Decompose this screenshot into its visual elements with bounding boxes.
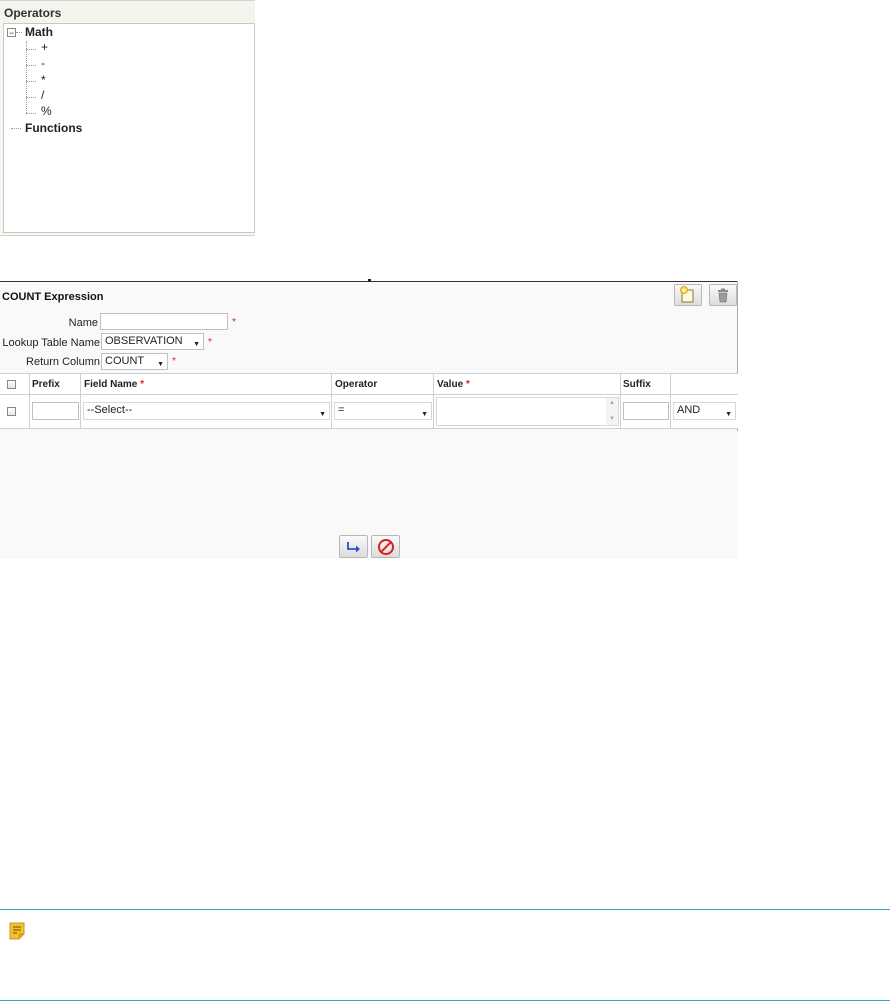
header-operator: Operator — [335, 379, 378, 390]
tree-connector — [26, 41, 27, 113]
dropdown-arrow-icon: ▼ — [421, 411, 428, 418]
lookup-table-label: Lookup Table Name — [2, 337, 100, 349]
tree-connector — [26, 65, 36, 66]
header-field-name: Field Name * — [84, 379, 144, 390]
tree-node-functions[interactable]: Functions — [25, 121, 82, 135]
scroll-up-icon[interactable]: ▲ — [609, 400, 615, 406]
dropdown-arrow-icon: ▼ — [319, 411, 326, 418]
tree-connector — [11, 128, 21, 129]
enter-arrow-icon — [346, 541, 360, 552]
operators-tree: − Math + - * / % Functions — [3, 23, 255, 233]
name-input[interactable] — [100, 313, 228, 330]
operator-value: = — [338, 404, 345, 416]
tree-connector — [16, 32, 22, 33]
delete-button[interactable] — [709, 284, 737, 306]
required-mark: * — [208, 337, 212, 348]
lookup-table-value: OBSERVATION — [105, 335, 183, 347]
tree-node-minus[interactable]: - — [41, 56, 45, 70]
header-value: Value * — [437, 379, 470, 390]
header-value-text: Value — [437, 379, 464, 390]
return-column-value: COUNT — [105, 355, 145, 367]
grid-header-cell: Field Name * — [81, 374, 332, 394]
note-border — [0, 1000, 890, 1001]
tree-node-multiply[interactable]: * — [41, 73, 46, 87]
header-suffix: Suffix — [623, 379, 651, 390]
grid-header-cell: Value * — [434, 374, 621, 394]
note-border — [0, 909, 890, 910]
tree-node-plus[interactable]: + — [41, 40, 48, 54]
divider-marker — [368, 279, 371, 282]
header-prefix: Prefix — [32, 379, 60, 390]
grid-cell — [0, 395, 30, 428]
tree-node-divide[interactable]: / — [41, 88, 44, 102]
dropdown-arrow-icon: ▼ — [725, 411, 732, 418]
required-mark: * — [140, 379, 145, 390]
grid-cell: --Select-- ▼ — [81, 395, 332, 428]
grid-cell — [30, 395, 81, 428]
operator-select[interactable]: = ▼ — [334, 402, 432, 420]
tree-node-modulo[interactable]: % — [41, 104, 52, 118]
required-mark: * — [232, 317, 236, 328]
trash-icon — [718, 288, 728, 303]
scroll-down-icon[interactable]: ▼ — [609, 416, 615, 422]
apply-button[interactable] — [339, 535, 368, 558]
criteria-grid: Prefix Field Name * Operator Value * Suf… — [0, 373, 738, 429]
scrollbar[interactable]: ▲ ▼ — [606, 398, 618, 425]
required-mark: * — [172, 356, 176, 367]
suffix-input[interactable] — [623, 402, 669, 420]
grid-header-cell: Operator — [332, 374, 434, 394]
collapse-toggle-icon[interactable]: − — [7, 28, 16, 38]
grid-header-cell: Suffix — [621, 374, 671, 394]
tree-connector — [26, 49, 36, 50]
expression-title: COUNT Expression — [2, 291, 104, 303]
grid-header-cell — [0, 374, 30, 394]
new-button[interactable] — [674, 284, 702, 306]
cancel-icon — [377, 538, 394, 555]
return-column-select[interactable]: COUNT ▼ — [101, 353, 168, 370]
grid-cell — [621, 395, 671, 428]
grid-cell: AND ▼ — [671, 395, 738, 428]
field-name-select[interactable]: --Select-- ▼ — [83, 402, 330, 420]
dropdown-arrow-icon: ▼ — [193, 341, 200, 348]
return-column-label: Return Column — [26, 356, 100, 368]
cancel-button[interactable] — [371, 535, 400, 558]
required-mark: * — [465, 379, 470, 390]
tree-node-math[interactable]: Math — [25, 25, 53, 39]
tree-connector — [26, 113, 36, 114]
tree-connector — [26, 97, 36, 98]
operators-title: Operators — [4, 6, 62, 20]
conjunction-value: AND — [677, 404, 701, 416]
value-textarea[interactable]: ▲ ▼ — [436, 397, 619, 426]
note-icon — [8, 922, 26, 943]
row-checkbox[interactable] — [7, 407, 16, 416]
header-field-name-text: Field Name — [84, 379, 138, 390]
lookup-table-select[interactable]: OBSERVATION ▼ — [101, 333, 204, 350]
tree-connector — [26, 81, 36, 82]
prefix-input[interactable] — [32, 402, 79, 420]
dropdown-arrow-icon: ▼ — [157, 361, 164, 368]
field-name-value: --Select-- — [87, 404, 133, 416]
name-label: Name — [68, 317, 98, 329]
grid-header-cell: Prefix — [30, 374, 81, 394]
select-all-checkbox[interactable] — [7, 380, 16, 389]
grid-cell: ▲ ▼ — [434, 395, 621, 428]
grid-cell: = ▼ — [332, 395, 434, 428]
conjunction-select[interactable]: AND ▼ — [673, 402, 736, 420]
new-document-icon — [680, 286, 694, 303]
